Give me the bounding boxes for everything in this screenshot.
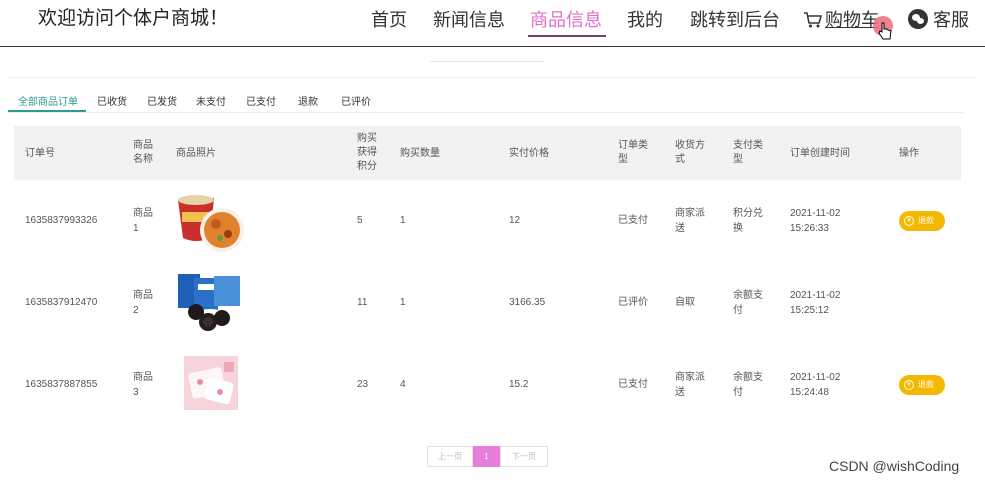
points: 5 [357, 215, 363, 226]
cart-icon [804, 12, 822, 28]
site-title: 欢迎访问个体户商城！ [38, 8, 229, 29]
wechat-icon [908, 9, 928, 29]
customer-service-link[interactable]: 客服 [908, 6, 969, 32]
watermark: CSDN @wishCoding [829, 458, 960, 474]
product-name: 商品 1 [133, 208, 153, 234]
th-pay-type: 支付类型 [733, 140, 763, 165]
cart-label: 购物车 [825, 10, 879, 30]
tab-reviewed[interactable]: 已评价 [341, 93, 371, 108]
price: 12 [509, 215, 521, 226]
order-type: 已支付 [618, 215, 648, 226]
th-name: 商品 名称 [133, 140, 153, 165]
tab-refund[interactable]: 退款 [298, 93, 318, 108]
divider [8, 77, 978, 78]
order-status-tabs: 全部商品订单 已收货 已发货 未支付 已支付 退款 已评价 [8, 88, 963, 113]
th-price: 实付价格 [509, 148, 549, 159]
delivery-method: 商家派送 [675, 372, 705, 398]
order-type: 已支付 [618, 379, 648, 390]
refund-icon: ¥ [904, 380, 914, 390]
page-1-button[interactable]: 1 [473, 446, 500, 467]
tab-received[interactable]: 已收货 [97, 93, 127, 108]
pay-type: 余额支付 [733, 290, 763, 316]
tab-shipped[interactable]: 已发货 [147, 93, 177, 108]
service-label: 客服 [933, 10, 969, 30]
points: 11 [357, 297, 368, 308]
nav-products[interactable]: 商品信息 [528, 6, 606, 37]
pay-type: 余额支付 [733, 372, 763, 398]
pay-type: 积分兑换 [733, 208, 763, 234]
created-time: 2021-11-02 15:25:12 [790, 290, 841, 316]
next-page-button[interactable]: 下一页 [500, 446, 548, 467]
th-delivery: 收货方式 [675, 140, 705, 165]
product-name: 商品 2 [133, 290, 153, 316]
product-image-snack-pack [184, 356, 238, 410]
nav-home[interactable]: 首页 [371, 6, 407, 32]
table-row: 1635837993326 商品 1 5 1 12 已支付 商家派送 积分兑换 2… [14, 180, 961, 262]
th-action: 操作 [899, 148, 919, 159]
cart-link[interactable]: 购物车 [803, 6, 879, 32]
prev-page-button[interactable]: 上一页 [427, 446, 473, 467]
th-photo: 商品照片 [176, 148, 216, 159]
created-time: 2021-11-02 15:24:48 [790, 372, 841, 398]
quantity: 1 [400, 215, 406, 226]
price: 15.2 [509, 379, 529, 390]
nav-mine[interactable]: 我的 [627, 6, 663, 32]
price: 3166.35 [509, 297, 546, 308]
divider [430, 61, 545, 62]
product-name: 商品 3 [133, 372, 153, 398]
delivery-method: 商家派送 [675, 208, 705, 234]
nav-news[interactable]: 新闻信息 [433, 6, 505, 32]
product-image-noodle-cup [178, 195, 244, 252]
order-no: 1635837887855 [25, 379, 98, 390]
table-header: 订单号 商品 名称 商品照片 购买 获得 积分 购买数量 实付价格 订单类型 收货方式… [14, 126, 961, 180]
site-header: 欢迎访问个体户商城！ 首页 新闻信息 商品信息 我的 跳转到后台 购物车 客服 [0, 0, 985, 47]
table-row: 1635837887855 商品 3 23 4 15.2 已支付 商家派送 余额支… [14, 344, 961, 426]
delivery-method: 自取 [675, 297, 695, 308]
th-points: 购买 获得 积分 [357, 133, 377, 172]
order-no: 1635837993326 [25, 215, 98, 226]
quantity: 4 [400, 379, 406, 390]
th-order-type: 订单类型 [618, 140, 648, 165]
refund-button[interactable]: ¥ 退款 [899, 375, 945, 395]
tab-unpaid[interactable]: 未支付 [196, 93, 226, 108]
hand-cursor-icon [878, 22, 892, 40]
table-row: 1635837912470 商品 2 11 1 3166.35 已评价 自取 余额… [14, 262, 961, 344]
order-type: 已评价 [618, 297, 648, 308]
th-qty: 购买数量 [400, 148, 440, 159]
product-image-cookies [178, 274, 240, 331]
orders-table: 订单号 商品 名称 商品照片 购买 获得 积分 购买数量 实付价格 订单类型 收货方式… [14, 126, 961, 426]
points: 23 [357, 379, 369, 390]
order-no: 1635837912470 [25, 297, 98, 308]
tab-all-orders[interactable]: 全部商品订单 [18, 93, 78, 108]
th-created: 订单创建时间 [790, 148, 850, 159]
created-time: 2021-11-02 15:26:33 [790, 208, 841, 234]
active-tab-indicator [8, 110, 86, 112]
th-order-no: 订单号 [25, 148, 55, 159]
nav-admin[interactable]: 跳转到后台 [690, 6, 780, 32]
refund-icon: ¥ [904, 216, 914, 226]
refund-button[interactable]: ¥ 退款 [899, 211, 945, 231]
tab-paid[interactable]: 已支付 [246, 93, 276, 108]
quantity: 1 [400, 297, 406, 308]
